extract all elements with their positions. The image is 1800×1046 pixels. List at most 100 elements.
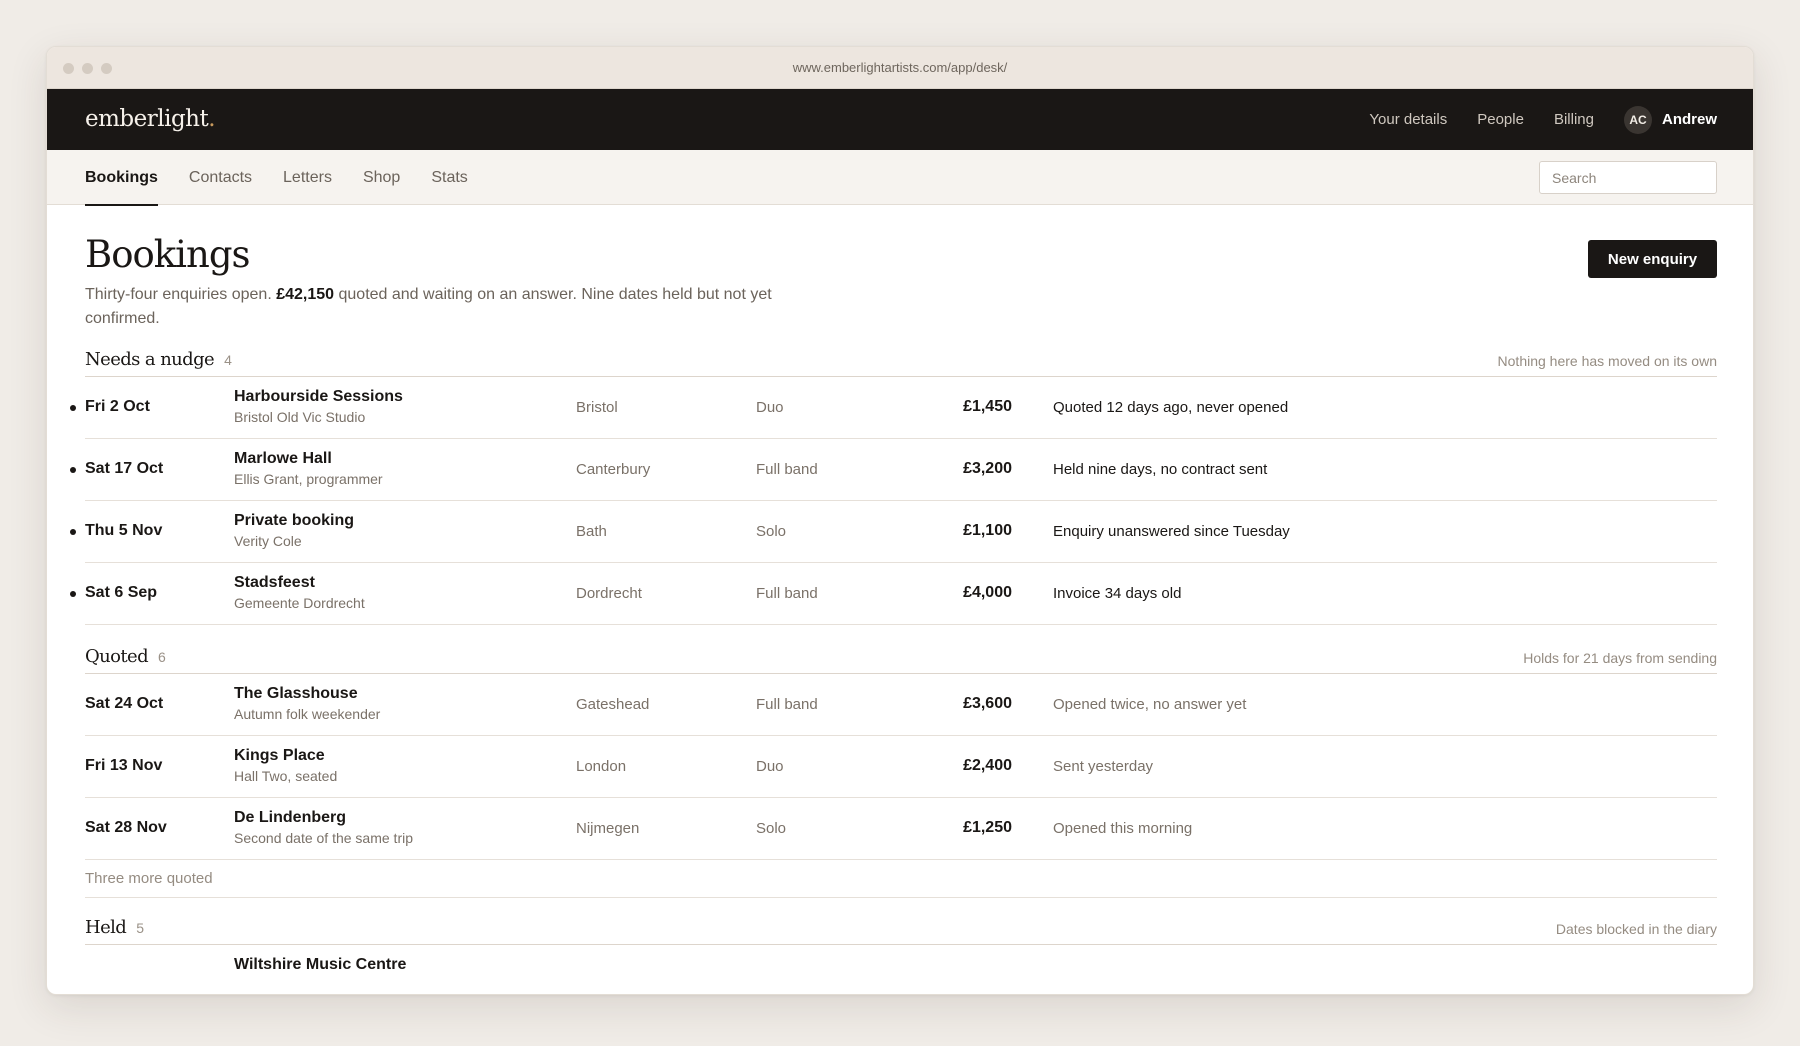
booking-venue: Private booking: [234, 512, 355, 529]
booking-date: Thu 5 Nov: [85, 522, 163, 539]
browser-window: www.emberlightartists.com/app/desk/ embe…: [46, 46, 1754, 995]
app-logo[interactable]: emberlight.: [85, 106, 216, 132]
booking-row[interactable]: Wiltshire Music Centre: [85, 945, 1717, 994]
booking-row[interactable]: Sat 28 Nov De Lindenberg Second date of …: [85, 798, 1717, 860]
booking-city: Canterbury: [576, 461, 651, 478]
booking-date: Sat 6 Sep: [85, 584, 158, 601]
booking-venue: De Lindenberg: [234, 809, 347, 826]
attention-dot: [70, 405, 76, 411]
booking-venue: Marlowe Hall: [234, 450, 332, 467]
nav-your-details[interactable]: Your details: [1369, 111, 1447, 128]
booking-contact: Verity Cole: [234, 533, 302, 549]
show-more-quoted[interactable]: Three more quoted: [85, 860, 1717, 898]
booking-venue: Wiltshire Music Centre: [234, 956, 407, 973]
booking-row[interactable]: Thu 5 Nov Private booking Verity Cole Ba…: [70, 501, 1717, 563]
section-title-text: Needs a nudge: [85, 349, 215, 370]
logo-dot: .: [208, 106, 216, 132]
booking-date: Fri 13 Nov: [85, 757, 163, 774]
booking-lineup: Full band: [756, 585, 818, 602]
booking-lineup: Solo: [756, 820, 787, 837]
booking-date: Sat 17 Oct: [85, 460, 164, 477]
booking-venue: Stadsfeest: [234, 574, 315, 591]
section-header-held: Held 5 Dates blocked in the diary: [85, 911, 1717, 945]
booking-venue: Harbourside Sessions: [234, 388, 403, 405]
tab-shop[interactable]: Shop: [363, 150, 400, 205]
booking-city: London: [576, 758, 627, 775]
booking-fee: £3,200: [963, 460, 1012, 477]
nav-people[interactable]: People: [1477, 111, 1524, 128]
section-header-needs-a-nudge: Needs a nudge 4 Nothing here has moved on…: [85, 343, 1717, 377]
booking-fee: £4,000: [963, 584, 1012, 601]
booking-status: Opened this morning: [1053, 820, 1193, 837]
tab-bookings[interactable]: Bookings: [85, 150, 158, 206]
section-count: 4: [224, 352, 232, 368]
booking-fee: £1,100: [963, 522, 1012, 539]
logo-text: emberlight: [85, 106, 209, 132]
attention-dot: [70, 467, 76, 473]
user-name: Andrew: [1661, 111, 1717, 128]
booking-contact: Bristol Old Vic Studio: [234, 409, 366, 425]
booking-status: Held nine days, no contract sent: [1053, 461, 1268, 478]
section-title-text: Held: [85, 917, 127, 938]
summary-amount: £42,150: [276, 286, 335, 303]
address-bar[interactable]: www.emberlightartists.com/app/desk/: [47, 60, 1753, 75]
booking-row[interactable]: Fri 2 Oct Harbourside Sessions Bristol O…: [70, 377, 1717, 439]
account-nav: Your details People Billing AC Andrew: [1369, 89, 1717, 150]
section-count: 6: [158, 649, 166, 665]
booking-venue: Kings Place: [234, 747, 325, 764]
booking-contact: Gemeente Dordrecht: [234, 595, 365, 611]
booking-fee: £2,400: [963, 757, 1012, 774]
search-input[interactable]: [1539, 161, 1717, 194]
browser-chrome: www.emberlightartists.com/app/desk/: [47, 47, 1753, 89]
booking-status: Sent yesterday: [1053, 758, 1154, 775]
booking-contact: Ellis Grant, programmer: [234, 471, 383, 487]
tab-bar: Bookings Contacts Letters Shop Stats: [85, 150, 468, 206]
attention-dot: [70, 529, 76, 535]
section-nav: Bookings Contacts Letters Shop Stats: [47, 150, 1753, 206]
booking-status: Quoted 12 days ago, never opened: [1053, 399, 1289, 416]
user-menu[interactable]: AC Andrew: [1623, 105, 1717, 134]
booking-city: Gateshead: [576, 696, 650, 713]
booking-fee: £3,600: [963, 695, 1012, 712]
booking-contact: Hall Two, seated: [234, 768, 338, 784]
booking-city: Dordrecht: [576, 585, 642, 602]
top-bar: emberlight. Your details People Billing …: [47, 89, 1753, 150]
booking-city: Bristol: [576, 399, 618, 416]
booking-fee: £1,450: [963, 398, 1012, 415]
booking-contact: Second date of the same trip: [234, 830, 413, 846]
page-title: Bookings: [85, 233, 250, 276]
section-count: 5: [136, 920, 145, 936]
booking-lineup: Duo: [756, 758, 784, 775]
page-summary: Thirty-four enquiries open. £42,150 quot…: [85, 283, 785, 331]
booking-date: Sat 24 Oct: [85, 695, 164, 712]
booking-row[interactable]: Sat 6 Sep Stadsfeest Gemeente Dordrecht …: [70, 563, 1717, 625]
new-enquiry-button[interactable]: New enquiry: [1588, 240, 1717, 278]
section-note: Nothing here has moved on its own: [1497, 353, 1717, 369]
booking-status: Enquiry unanswered since Tuesday: [1053, 523, 1290, 540]
booking-city: Nijmegen: [576, 820, 640, 837]
avatar: AC: [1623, 105, 1652, 134]
section-note: Dates blocked in the diary: [1555, 921, 1717, 937]
nav-billing[interactable]: Billing: [1554, 111, 1594, 128]
booking-row[interactable]: Sat 17 Oct Marlowe Hall Ellis Grant, pro…: [70, 439, 1717, 501]
tab-stats[interactable]: Stats: [431, 150, 467, 205]
tab-letters[interactable]: Letters: [283, 150, 332, 205]
booking-row[interactable]: Sat 24 Oct The Glasshouse Autumn folk we…: [85, 674, 1717, 736]
booking-row[interactable]: Fri 13 Nov Kings Place Hall Two, seated …: [85, 736, 1717, 798]
section-title-text: Quoted: [85, 646, 149, 667]
section-title: Held 5: [85, 917, 144, 938]
booking-status: Invoice 34 days old: [1053, 585, 1182, 602]
booking-fee: £1,250: [963, 819, 1012, 836]
booking-lineup: Duo: [756, 399, 784, 416]
section-header-quoted: Quoted 6 Holds for 21 days from sending: [85, 640, 1717, 674]
booking-lineup: Full band: [756, 461, 818, 478]
attention-dot: [70, 591, 76, 597]
booking-venue: The Glasshouse: [234, 685, 358, 702]
tab-contacts[interactable]: Contacts: [189, 150, 252, 205]
section-title: Needs a nudge 4: [85, 349, 232, 370]
section-note: Holds for 21 days from sending: [1523, 650, 1717, 666]
booking-contact: Autumn folk weekender: [234, 706, 381, 722]
summary-text: Thirty-four enquiries open.: [85, 286, 277, 303]
booking-lineup: Full band: [756, 696, 818, 713]
booking-status: Opened twice, no answer yet: [1053, 696, 1247, 713]
